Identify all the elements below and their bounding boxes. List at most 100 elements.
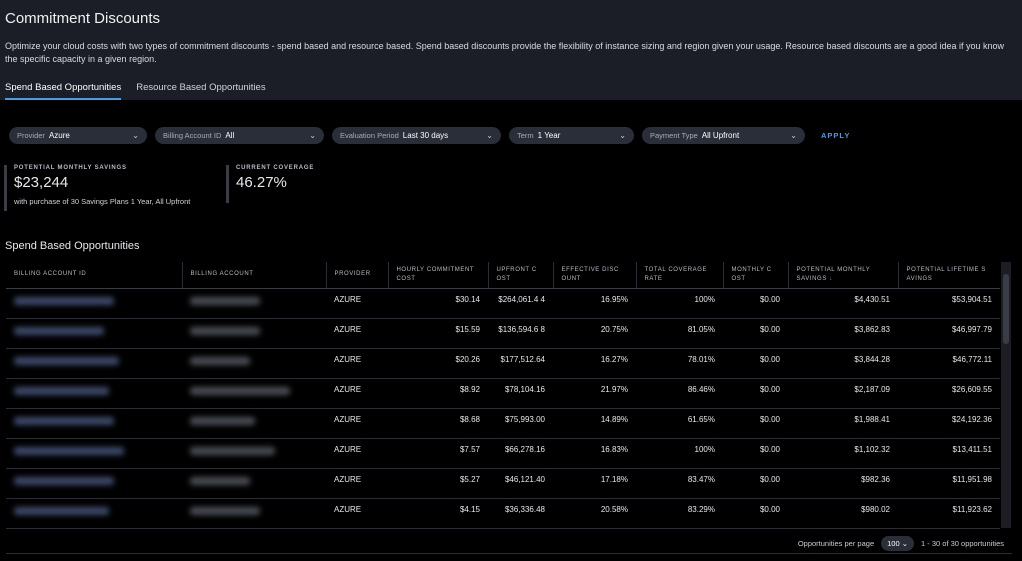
column-header[interactable]: MONTHLY C OST — [722, 262, 788, 289]
table-cell: $0.00 — [723, 498, 788, 529]
footer-divider — [6, 553, 1012, 554]
table-cell: $15.59 — [388, 318, 488, 349]
apply-button[interactable]: APPLY — [821, 131, 850, 140]
term-filter[interactable]: Term 1 Year ⌄ — [509, 127, 634, 144]
table-cell: $0.00 — [723, 408, 788, 439]
column-header[interactable]: BILLING ACCOUNT — [181, 262, 326, 289]
table-row[interactable]: AZURE $8.92 $78,104.16 21.97% 86.46% $0.00 $2,… — [6, 378, 1000, 409]
per-page-value: 100 — [887, 539, 900, 548]
table-cell: 61.65% — [636, 408, 723, 439]
table-cell: 78.01% — [636, 348, 723, 379]
table-cell: $980.02 — [788, 498, 898, 529]
billing-account-id-cell — [6, 438, 182, 469]
table-cell: 17.18% — [553, 468, 636, 499]
table-cell: AZURE — [326, 378, 388, 409]
kpi-label: POTENTIAL MONTHLY SAVINGS — [14, 165, 127, 171]
table-cell: 81.05% — [636, 318, 723, 349]
billing-account-id-cell — [6, 288, 182, 319]
table-row[interactable]: AZURE $30.14 $264,061.4 4 16.95% 100% $0.00 $4… — [6, 288, 1000, 319]
redacted-text — [14, 296, 114, 305]
sort-descending-icon[interactable]: ↓ — [827, 276, 833, 282]
redacted-text — [14, 386, 109, 395]
table-cell: $0.00 — [723, 318, 788, 349]
redacted-text — [190, 416, 255, 425]
redacted-text — [14, 476, 114, 485]
tab-spend-based[interactable]: Spend Based Opportunities — [5, 82, 122, 100]
table-cell: $3,844.28 — [788, 348, 898, 379]
filter-value: 1 Year — [537, 131, 561, 140]
table-cell: $1,102.32 — [788, 438, 898, 469]
table-cell: 100% — [636, 288, 723, 319]
table-cell: $3,862.83 — [788, 318, 898, 349]
chevron-down-icon: ⌄ — [132, 131, 139, 140]
table-cell: $5.27 — [388, 468, 488, 499]
column-header[interactable]: UPFRONT C OST — [487, 262, 553, 289]
table-cell: $46,121.40 — [488, 468, 553, 499]
column-header[interactable]: TOTAL COVERAGE RATE — [635, 262, 723, 289]
table-row[interactable]: AZURE $4.15 $36,336.48 20.58% 83.29% $0.00 $98… — [6, 498, 1000, 529]
opportunities-table: BILLING ACCOUNT ID BILLING ACCOUNT PROVIDE… — [6, 262, 1000, 529]
column-header[interactable]: PROVIDER — [325, 262, 388, 289]
table-cell: $8.92 — [388, 378, 488, 409]
billing-account-filter[interactable]: Billing Account ID All ⌄ — [155, 127, 324, 144]
redacted-text — [190, 326, 260, 335]
page-title: Commitment Discounts — [5, 10, 161, 27]
chevron-down-icon: ⌄ — [486, 131, 493, 140]
evaluation-period-filter[interactable]: Evaluation Period Last 30 days ⌄ — [332, 127, 501, 144]
column-header[interactable]: POTENTIAL MONTHLY SAVINGS ↓ — [787, 262, 898, 289]
kpi-label: CURRENT COVERAGE — [236, 165, 315, 171]
billing-account-cell — [182, 318, 326, 349]
table-cell: $26,609.55 — [898, 378, 1000, 409]
table-cell: $982.36 — [788, 468, 898, 499]
billing-account-cell — [182, 288, 326, 319]
table-scrollbar[interactable] — [1001, 262, 1011, 528]
table-cell: 14.89% — [553, 408, 636, 439]
billing-account-id-cell — [6, 318, 182, 349]
table-cell: 20.75% — [553, 318, 636, 349]
table-row[interactable]: AZURE $15.59 $136,594.6 8 20.75% 81.05% $0.00… — [6, 318, 1000, 349]
filter-value: All — [225, 131, 235, 140]
table-cell: AZURE — [326, 318, 388, 349]
column-header[interactable]: EFFECTIVE DISC OUNT — [552, 262, 636, 289]
page-description: Optimize your cloud costs with two types… — [5, 41, 1005, 64]
redacted-text — [190, 506, 260, 515]
table-row[interactable]: AZURE $7.57 $66,278.16 16.83% 100% $0.00 $1,10… — [6, 438, 1000, 469]
filter-label: Term — [517, 131, 534, 140]
table-row[interactable]: AZURE $8.68 $75,993.00 14.89% 61.65% $0.00 $1,… — [6, 408, 1000, 439]
chevron-down-icon: ⌄ — [309, 131, 316, 140]
per-page-label: Opportunities per page — [797, 539, 875, 548]
redacted-text — [14, 326, 104, 335]
redacted-text — [190, 476, 250, 485]
column-header[interactable]: POTENTIAL LIFETIME S AVINGS — [897, 262, 1000, 289]
table-cell: $75,993.00 — [488, 408, 553, 439]
tab-resource-based[interactable]: Resource Based Opportunities — [136, 82, 265, 100]
table-row[interactable]: AZURE $5.27 $46,121.40 17.18% 83.47% $0.00 $98… — [6, 468, 1000, 499]
filter-label: Billing Account ID — [163, 131, 222, 140]
table-cell: $0.00 — [723, 348, 788, 379]
table-cell: AZURE — [326, 288, 388, 319]
provider-filter[interactable]: Provider Azure ⌄ — [9, 127, 147, 144]
monthly-savings-kpi: POTENTIAL MONTHLY SAVINGS $23,244 with p… — [4, 165, 190, 211]
table-cell: AZURE — [326, 348, 388, 379]
table-cell: $20.26 — [388, 348, 488, 379]
table-cell: 20.58% — [553, 498, 636, 529]
column-header[interactable]: BILLING ACCOUNT ID — [6, 262, 182, 289]
table-row[interactable]: AZURE $20.26 $177,512.64 16.27% 78.01% $0.00 $… — [6, 348, 1000, 379]
filter-value: Azure — [48, 131, 70, 140]
table-cell: $24,192.36 — [898, 408, 1000, 439]
column-header[interactable]: HOURLY COMMITMENT COST — [387, 262, 488, 289]
per-page-select[interactable]: 100 ⌄ — [881, 536, 915, 551]
table-cell: $0.00 — [723, 288, 788, 319]
pagination: Opportunities per page 100 ⌄ 1 - 30 of 3… — [798, 536, 1004, 551]
scrollbar-thumb[interactable] — [1003, 274, 1009, 344]
billing-account-cell — [182, 378, 326, 409]
table-cell: 100% — [636, 438, 723, 469]
table-cell: $78,104.16 — [488, 378, 553, 409]
redacted-text — [190, 296, 260, 305]
billing-account-cell — [182, 348, 326, 379]
payment-type-filter[interactable]: Payment Type All Upfront ⌄ — [642, 127, 805, 144]
redacted-text — [190, 446, 275, 455]
filter-value: All Upfront — [701, 131, 740, 140]
table-cell: 83.47% — [636, 468, 723, 499]
filter-label: Provider — [17, 131, 45, 140]
